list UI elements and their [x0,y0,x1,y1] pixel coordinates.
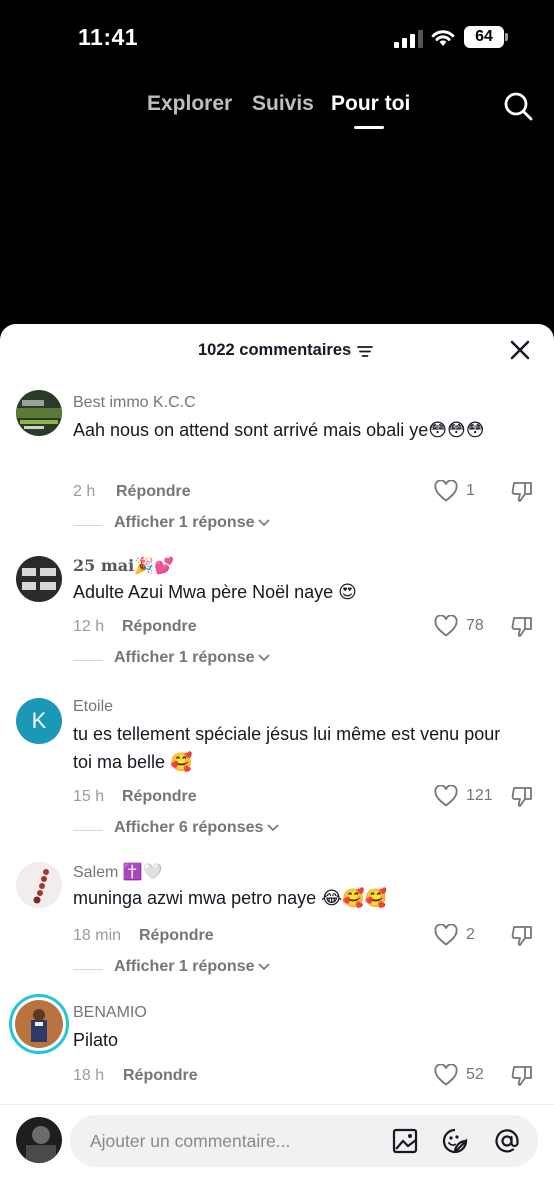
wifi-icon [431,30,455,46]
status-time: 11:41 [78,24,139,50]
mention-icon[interactable] [494,1128,520,1154]
like-count: 1 [466,482,475,499]
dislike-icon[interactable] [510,785,534,809]
cellular-signal-icon [394,30,424,48]
comment-item: BENAMIO Pilato 18 h Répondre 52 [0,994,554,1096]
avatar[interactable]: K [16,698,62,744]
sort-filter-icon[interactable] [357,344,374,358]
dislike-icon[interactable] [510,480,534,504]
show-replies-label: Afficher 1 réponse [114,514,255,531]
comment-meta: 12 h Répondre [73,618,197,636]
comment-meta: 18 min Répondre [73,927,214,945]
comment-time: 15 h [73,788,105,805]
like-count: 52 [466,1066,484,1083]
avatar[interactable] [9,994,69,1054]
heart-icon [434,924,458,946]
like-button[interactable]: 1 [434,480,475,502]
like-button[interactable]: 2 [434,924,475,946]
comment-text: tu es tellement spéciale jésus lui même … [73,724,501,772]
my-avatar [16,1117,62,1163]
dislike-icon[interactable] [510,1064,534,1088]
comment-meta: 18 h Répondre [73,1067,198,1085]
show-replies-button[interactable]: Afficher 1 réponse [114,649,271,667]
like-count: 2 [466,926,475,943]
comment-item: K Etoile tu es tellement spéciale jésus … [0,696,554,851]
heart-icon [434,615,458,637]
tab-explorer[interactable]: Explorer [147,92,232,116]
comments-title-group[interactable]: 1022 commentaires [198,341,374,360]
comment-username[interactable]: Salem ✝️🤍 [73,862,163,882]
comment-text: Pilato [73,1030,119,1050]
chevron-down-icon [258,654,271,662]
comment-text: Adulte Azui Mwa père Noël naye 😍 [73,582,357,602]
replies-divider [73,830,103,831]
reply-button[interactable]: Répondre [122,618,197,636]
emoji-sticker-icon[interactable] [442,1128,468,1154]
reply-button[interactable]: Répondre [123,1067,198,1085]
comment-time: 18 h [73,1067,105,1084]
comment-meta: 2 h Répondre [73,483,191,501]
replies-divider [73,525,103,526]
heart-icon [434,480,458,502]
comment-input-box [70,1115,538,1167]
show-replies-button[interactable]: Afficher 1 réponse [114,958,271,976]
like-button[interactable]: 52 [434,1064,484,1086]
comment-time: 18 min [73,927,122,944]
avatar-letter: K [31,708,47,733]
comment-item: Best immo K.C.C Aah nous on attend sont … [0,386,554,546]
show-replies-label: Afficher 6 réponses [114,819,264,836]
heart-icon [434,785,458,807]
chevron-down-icon [267,824,279,832]
top-navigation: Explorer Suivis Pour toi [0,80,554,140]
reply-button[interactable]: Répondre [116,483,191,501]
comment-input-bar [0,1104,554,1200]
comment-text: Aah nous on attend sont arrivé mais obal… [73,420,485,440]
comment-item: Salem ✝️🤍 muninga azwi mwa petro naye 😂🥰… [0,860,554,990]
reply-button[interactable]: Répondre [139,927,214,945]
replies-divider [73,969,103,970]
avatar[interactable] [16,556,62,602]
show-replies-label: Afficher 1 réponse [114,649,255,666]
avatar[interactable] [16,862,62,908]
like-button[interactable]: 78 [434,615,484,637]
heart-icon [434,1064,458,1086]
image-icon[interactable] [392,1128,418,1154]
comment-text: muninga azwi mwa petro naye 😂🥰🥰 [73,888,387,908]
comment-item: 25 mai🎉💕 Adulte Azui Mwa père Noël naye … [0,552,554,682]
like-count: 121 [466,787,493,804]
like-count: 78 [466,617,484,634]
replies-divider [73,660,103,661]
comment-username[interactable]: 25 mai🎉💕 [73,556,174,575]
close-icon[interactable] [510,340,530,360]
chevron-down-icon [258,519,271,527]
comment-username[interactable]: Best immo K.C.C [73,394,196,412]
chevron-down-icon [258,963,271,971]
avatar[interactable] [16,390,62,436]
tab-pour-toi[interactable]: Pour toi [331,92,410,116]
comments-header: 1022 commentaires [0,324,554,376]
active-tab-indicator [354,126,384,129]
comment-username[interactable]: Etoile [73,698,113,716]
reply-button[interactable]: Répondre [122,788,197,806]
comment-username[interactable]: BENAMIO [73,1004,147,1022]
comment-time: 2 h [73,483,96,500]
tab-suivis[interactable]: Suivis [252,92,314,116]
show-replies-label: Afficher 1 réponse [114,958,255,975]
comments-sheet: 1022 commentaires Best immo K.C.C Aah no… [0,324,554,1200]
dislike-icon[interactable] [510,615,534,639]
battery-indicator: 64 [464,26,508,48]
dislike-icon[interactable] [510,924,534,948]
comment-meta: 15 h Répondre [73,788,197,806]
like-button[interactable]: 121 [434,785,493,807]
comment-input[interactable] [90,1115,380,1167]
search-icon[interactable] [502,90,534,122]
comment-time: 12 h [73,618,105,635]
status-bar: 11:41 64 [0,0,554,80]
show-replies-button[interactable]: Afficher 6 réponses [114,819,279,837]
show-replies-button[interactable]: Afficher 1 réponse [114,514,271,532]
comments-count-title: 1022 commentaires [198,341,352,359]
